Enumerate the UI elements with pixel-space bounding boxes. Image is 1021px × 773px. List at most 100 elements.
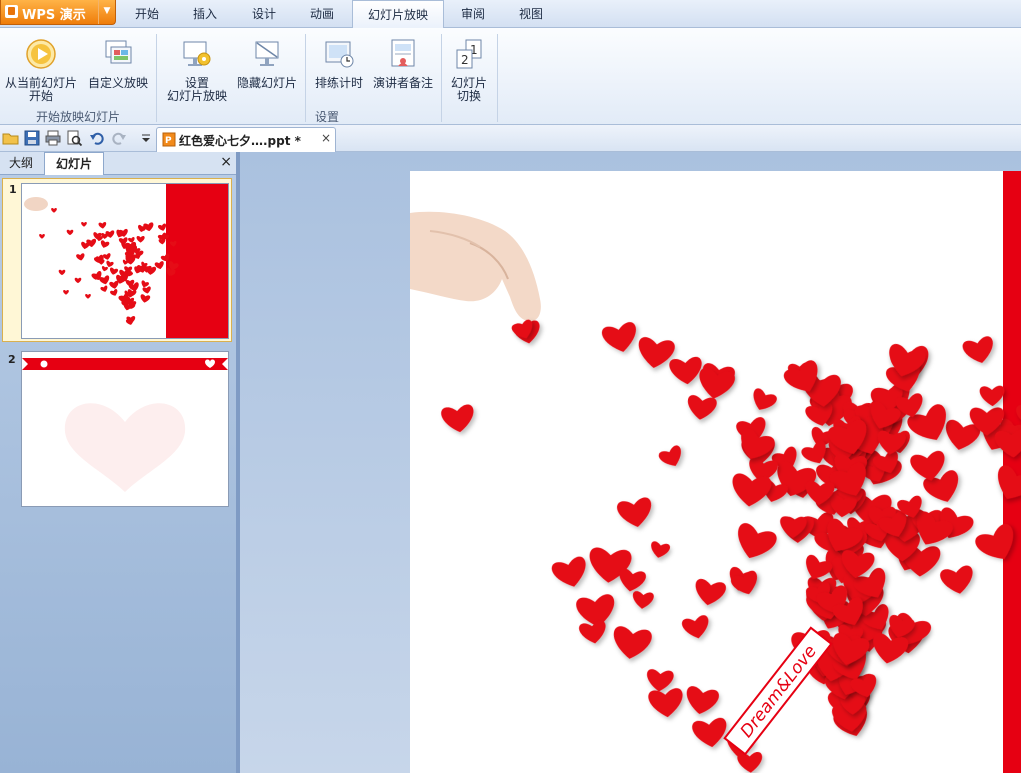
heart-shape — [66, 229, 74, 236]
heart-shape — [85, 294, 91, 299]
close-document-icon[interactable]: × — [321, 131, 331, 145]
tab-review[interactable]: 审阅 — [450, 0, 496, 27]
group-label-start-show: 开始放映幻灯片 — [35, 110, 120, 124]
wps-logo-icon — [5, 5, 18, 18]
rehearse-timings-label: 排练计时 — [314, 76, 363, 90]
heart-shape — [58, 269, 66, 276]
heart-shape — [669, 357, 702, 385]
menu-bar: WPS 演示 ▼ 开始 插入 设计 动画 幻灯片放映 审阅 视图 — [0, 0, 1021, 29]
heart-shape — [686, 686, 719, 715]
from-current-slide-label-2: 开始 — [28, 89, 53, 103]
heart-shape — [979, 385, 1005, 407]
speaker-notes-label: 演讲者备注 — [372, 76, 433, 90]
undo-icon[interactable] — [88, 129, 106, 147]
heart-shape — [753, 388, 777, 410]
setup-slideshow-icon — [183, 41, 211, 66]
heart-shape — [551, 556, 586, 587]
from-current-slide-button[interactable]: 从当前幻灯片 开始 — [2, 28, 80, 103]
setup-slideshow-button[interactable]: 设置 幻灯片放映 — [162, 28, 232, 103]
heart-shape — [688, 395, 717, 420]
tab-animation[interactable]: 动画 — [299, 0, 345, 27]
ribbon: 从当前幻灯片 开始 自定义放映 开始放映幻灯片 设置 幻灯片放映 隐藏幻灯片 排… — [0, 28, 1021, 125]
heart-shape — [658, 445, 681, 466]
panel-close-icon[interactable]: × — [220, 154, 232, 170]
heart-shape — [651, 541, 671, 558]
slide-2-thumbnail-image — [22, 358, 228, 492]
heart-shape — [602, 322, 636, 352]
hide-slide-button[interactable]: 隐藏幻灯片 — [234, 28, 300, 90]
ppt-file-icon: P — [162, 132, 176, 147]
speaker-notes-button[interactable]: 演讲者备注 — [370, 28, 436, 90]
heart-shape — [136, 236, 145, 243]
slide-editor: Dream&Love — [240, 152, 1021, 773]
slide-transition-label-2: 切换 — [456, 89, 481, 103]
heart-shape — [109, 280, 119, 289]
heart-shape — [100, 240, 110, 248]
heart-shape — [102, 253, 111, 260]
slide-1-preview — [21, 183, 229, 339]
heart-shape — [140, 294, 151, 303]
tab-outline[interactable]: 大纲 — [2, 152, 40, 174]
heart-shape — [100, 285, 108, 292]
heart-shape — [101, 266, 108, 272]
document-tab[interactable]: P 红色爱心七夕….ppt * × — [156, 127, 336, 152]
heart-shape — [647, 669, 674, 692]
save-icon[interactable] — [23, 129, 41, 147]
slide-thumbnail-1[interactable]: 1 — [2, 178, 232, 342]
play-icon — [26, 39, 56, 69]
hide-slide-icon — [255, 41, 279, 66]
tab-design[interactable]: 设计 — [241, 0, 287, 27]
slide-number: 1 — [9, 183, 17, 196]
heart-shape — [39, 234, 45, 239]
svg-text:2: 2 — [461, 53, 469, 67]
heart-shape — [617, 497, 651, 527]
app-menu-button[interactable]: WPS 演示 ▼ — [0, 0, 116, 25]
heart-shape — [157, 223, 167, 231]
ribbon-separator — [156, 34, 157, 122]
heart-shape — [109, 267, 119, 275]
ribbon-separator — [497, 34, 498, 122]
quick-access-toolbar — [0, 125, 1021, 152]
print-preview-icon[interactable] — [65, 129, 83, 147]
group-label-setup: 设置 — [314, 110, 339, 124]
document-title: 红色爱心七夕….ppt * — [179, 134, 301, 148]
hide-slide-label: 隐藏幻灯片 — [236, 76, 297, 90]
heart-shape — [63, 290, 69, 295]
tab-insert[interactable]: 插入 — [182, 0, 228, 27]
tab-view[interactable]: 视图 — [508, 0, 554, 27]
redo-icon[interactable] — [110, 129, 128, 147]
heart-shape — [619, 568, 646, 592]
open-folder-icon[interactable] — [2, 129, 20, 147]
heart-shape — [632, 591, 654, 609]
slide-number: 2 — [8, 353, 16, 366]
slide-1-thumbnail-image — [24, 184, 228, 338]
hand-image — [410, 211, 541, 322]
heart-shape — [613, 626, 652, 659]
slide-canvas: Dream&Love — [410, 171, 1021, 773]
heart-shape — [81, 222, 87, 227]
heart-shape — [737, 751, 763, 773]
slide-transition-button[interactable]: 1 2 幻灯片 切换 — [444, 28, 494, 103]
tab-slideshow[interactable]: 幻灯片放映 — [352, 0, 444, 29]
heart-collage — [441, 319, 1021, 773]
slide-panel: 大纲 幻灯片 × 1 2 — [0, 152, 236, 773]
tab-start[interactable]: 开始 — [124, 0, 170, 27]
heart-shape — [692, 717, 727, 748]
tab-slides[interactable]: 幻灯片 — [44, 152, 104, 175]
ribbon-separator — [441, 34, 442, 122]
speaker-notes-icon — [391, 39, 415, 67]
heart-shape — [51, 208, 57, 213]
heart-shape — [76, 253, 85, 261]
app-menu-dropdown-icon[interactable]: ▼ — [98, 0, 115, 24]
rehearse-timings-button[interactable]: 排练计时 — [310, 28, 368, 90]
heart-shape — [81, 241, 90, 250]
heart-shape — [962, 336, 993, 363]
customize-toolbar-icon[interactable] — [137, 129, 155, 147]
custom-show-button[interactable]: 自定义放映 — [84, 28, 152, 90]
print-icon[interactable] — [44, 129, 62, 147]
slide-thumbnail-2[interactable] — [21, 351, 229, 507]
panel-tabs: 大纲 幻灯片 × — [0, 152, 236, 175]
custom-show-icon — [105, 40, 132, 64]
current-slide[interactable]: Dream&Love — [410, 171, 1021, 773]
heart-shape — [110, 289, 118, 296]
